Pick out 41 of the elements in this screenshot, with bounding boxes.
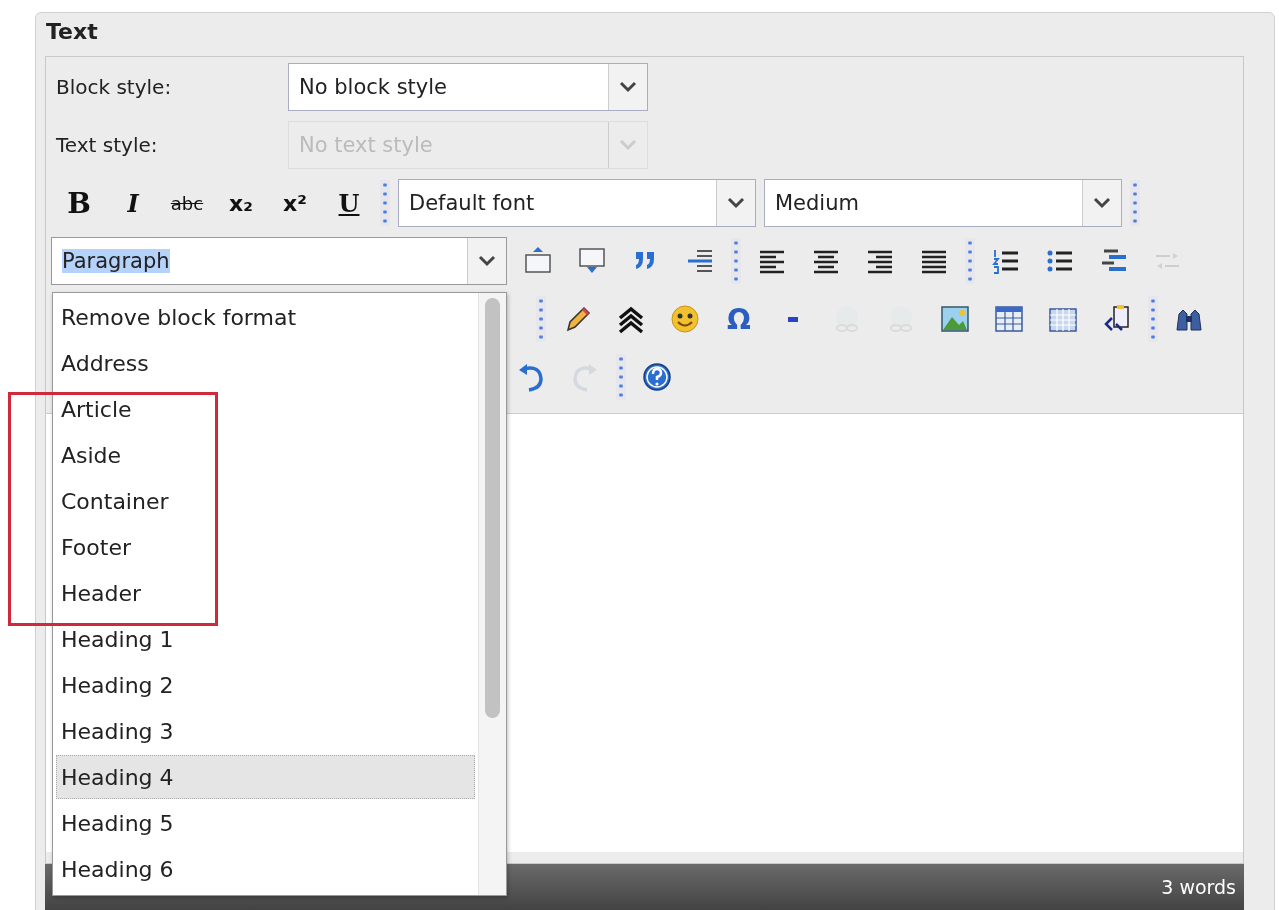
toolbar-separator <box>380 180 390 226</box>
caret-icon <box>619 81 637 93</box>
menu-item[interactable]: Article <box>56 387 475 431</box>
toolbar-separator <box>965 238 975 284</box>
superscript-button[interactable]: x² <box>272 181 318 225</box>
bold-button[interactable]: B <box>56 181 102 225</box>
menu-item[interactable]: Heading 5 <box>56 801 475 845</box>
toolbar-separator <box>536 296 546 342</box>
panel-title: Text <box>45 18 99 46</box>
omega-button[interactable]: Ω <box>716 297 762 341</box>
menu-item[interactable]: Heading 6 <box>56 847 475 891</box>
menu-item[interactable]: Header <box>56 571 475 615</box>
font-select[interactable]: Default font <box>398 179 756 227</box>
caret-icon <box>727 197 745 209</box>
block-style-select[interactable]: No block style <box>288 63 648 111</box>
toolbar-separator <box>616 354 626 400</box>
menu-item[interactable]: Address <box>56 341 475 385</box>
italic-button[interactable]: I <box>110 181 156 225</box>
caret-icon <box>1093 197 1111 209</box>
toolbar-separator <box>1130 180 1140 226</box>
menu-item[interactable]: Heading 2 <box>56 663 475 707</box>
menu-item[interactable]: Heading 1 <box>56 617 475 661</box>
font-select[interactable]: Medium <box>764 179 1122 227</box>
format-select[interactable]: Paragraph <box>51 237 507 285</box>
underline-button[interactable]: U <box>326 181 372 225</box>
menu-item[interactable]: Footer <box>56 525 475 569</box>
strikethrough-button[interactable]: abc <box>164 181 210 225</box>
field-label: Block style: <box>56 75 173 99</box>
caret-icon <box>619 139 637 151</box>
toolbar-separator <box>731 238 741 284</box>
menu-item[interactable]: Aside <box>56 433 475 477</box>
toolbar-separator <box>1148 296 1158 342</box>
menu-item[interactable]: Container <box>56 479 475 523</box>
subscript-button[interactable]: x₂ <box>218 181 264 225</box>
field-label: Text style: <box>56 133 159 157</box>
menu-item[interactable]: Remove block format <box>56 295 475 339</box>
scrollbar-thumb[interactable] <box>485 298 500 718</box>
caret-icon <box>478 255 496 267</box>
word-count: 3 words <box>1161 876 1236 900</box>
menu-item[interactable]: Heading 4 <box>56 755 475 799</box>
menu-item[interactable]: Heading 3 <box>56 709 475 753</box>
